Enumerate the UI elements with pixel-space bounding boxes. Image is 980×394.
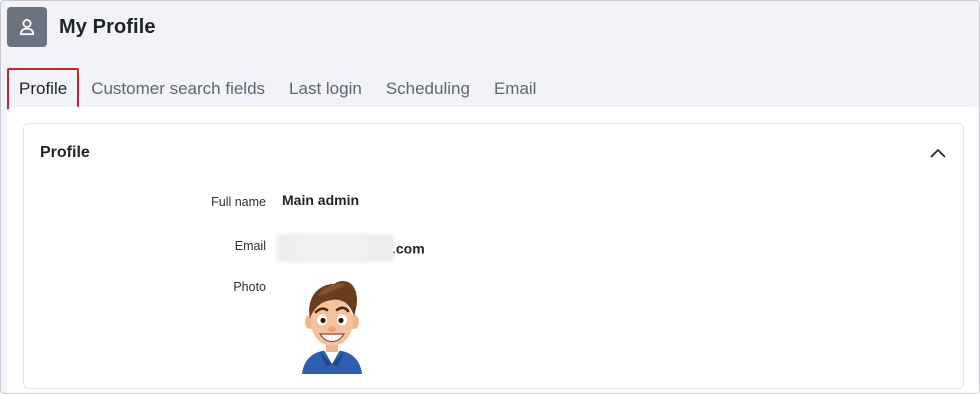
email-domain-suffix: .com xyxy=(392,240,425,257)
tab-profile[interactable]: Profile xyxy=(7,68,80,110)
tab-scheduling[interactable]: Scheduling xyxy=(374,68,482,110)
chevron-up-icon[interactable] xyxy=(927,142,949,164)
page-header: My Profile xyxy=(7,7,156,47)
photo-row: Photo xyxy=(24,280,963,302)
user-icon xyxy=(7,7,47,47)
email-row: Email .com xyxy=(24,234,963,262)
content-panel: Profile Full name Main admin Email .com … xyxy=(7,107,979,393)
photo-label: Photo xyxy=(233,280,266,294)
full-name-label: Full name xyxy=(211,195,266,209)
tab-bar: Profile Customer search fields Last logi… xyxy=(7,68,548,110)
app-window: My Profile Profile Customer search field… xyxy=(0,0,980,394)
card-title: Profile xyxy=(40,144,90,161)
profile-photo xyxy=(302,281,362,374)
tab-last-login[interactable]: Last login xyxy=(277,68,374,110)
tab-email[interactable]: Email xyxy=(482,68,549,110)
tab-customer-search-fields[interactable]: Customer search fields xyxy=(79,68,277,110)
redacted-block xyxy=(276,234,394,262)
full-name-row: Full name Main admin xyxy=(24,192,963,214)
email-value: .com xyxy=(276,234,425,264)
email-label: Email xyxy=(234,239,266,253)
profile-card: Profile Full name Main admin Email .com … xyxy=(23,123,964,389)
full-name-value: Main admin xyxy=(282,192,360,208)
page-title: My Profile xyxy=(59,15,156,38)
